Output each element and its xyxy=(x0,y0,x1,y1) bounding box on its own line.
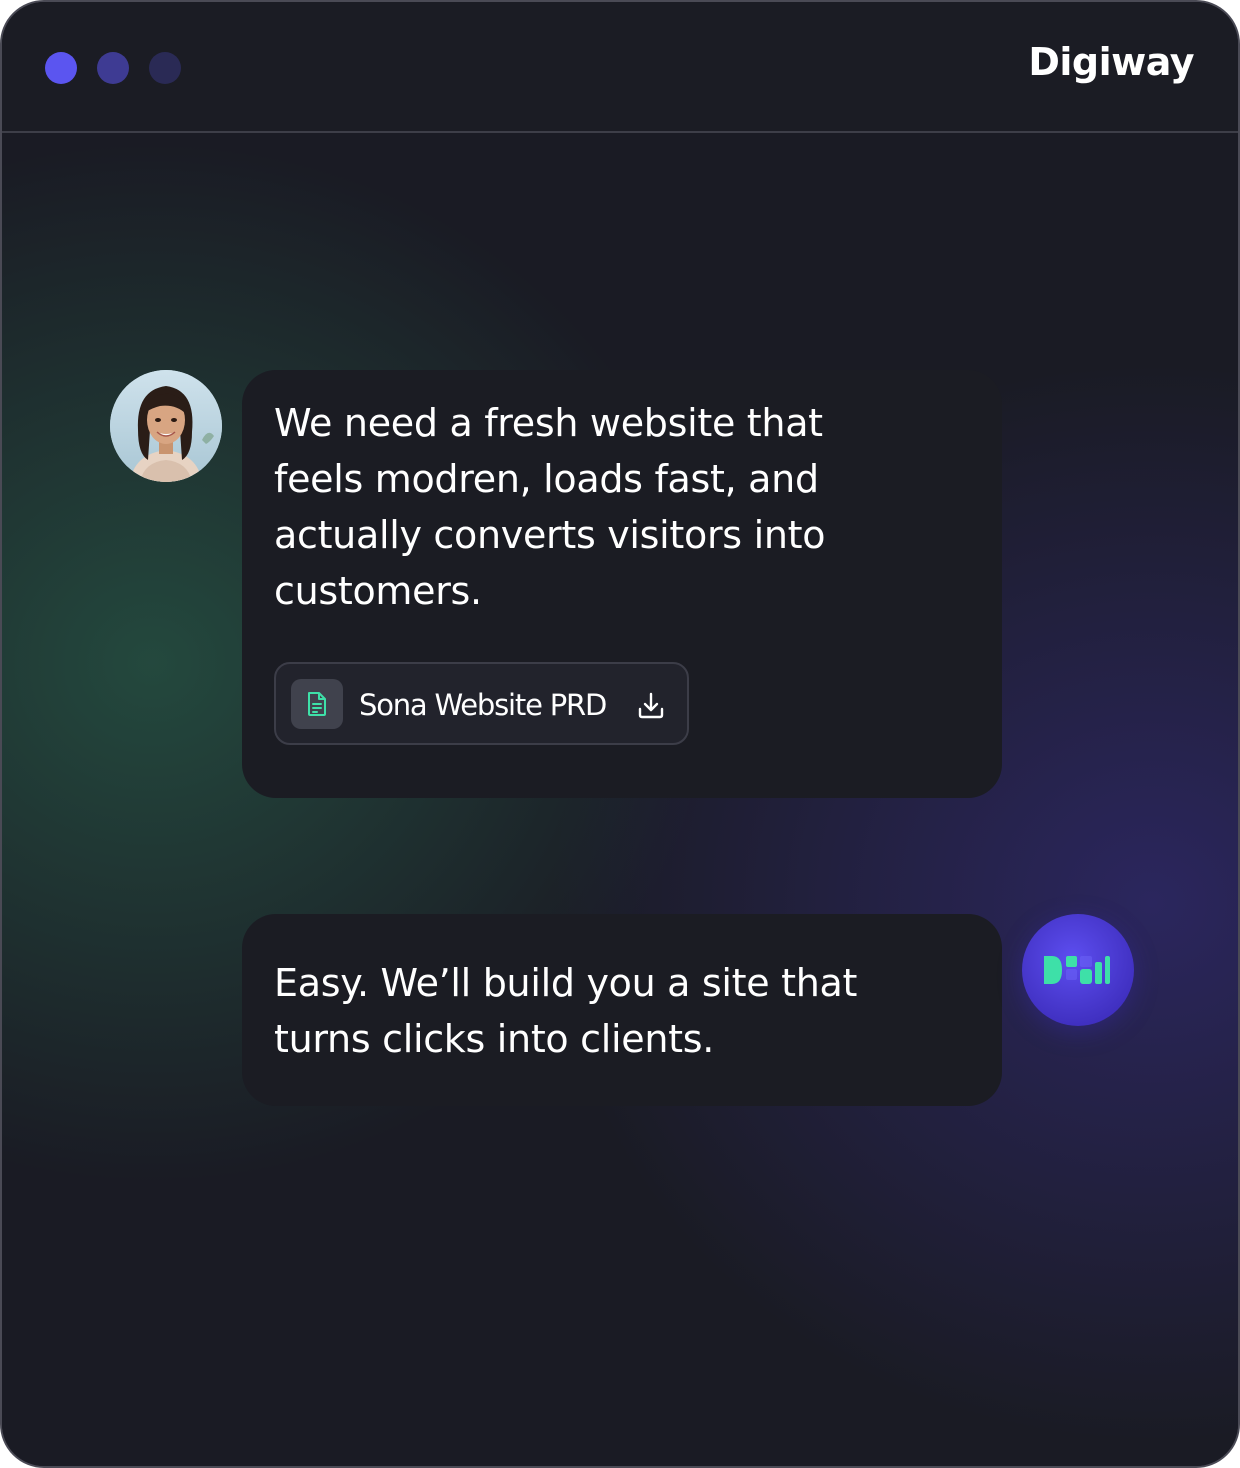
close-window-button[interactable] xyxy=(45,52,77,84)
user-message-bubble: We need a fresh website that feels modre… xyxy=(242,370,1002,798)
chat-area: We need a fresh website that feels modre… xyxy=(2,133,1238,1466)
file-icon-container xyxy=(291,679,343,729)
maximize-window-button[interactable] xyxy=(149,52,181,84)
brand-logo-text: Digiway xyxy=(1028,40,1194,84)
title-bar: Digiway xyxy=(2,2,1238,133)
attachment-name: Sona Website PRD xyxy=(359,688,607,722)
download-icon[interactable] xyxy=(636,691,666,721)
attachment-card[interactable]: Sona Website PRD xyxy=(274,662,689,745)
assistant-message-text: Easy. We’ll build you a site that turns … xyxy=(274,961,858,1061)
document-icon xyxy=(308,692,326,716)
assistant-message-bubble: Easy. We’ll build you a site that turns … xyxy=(242,914,1002,1106)
assistant-avatar xyxy=(1022,914,1134,1026)
user-avatar xyxy=(110,370,222,482)
minimize-window-button[interactable] xyxy=(97,52,129,84)
app-window: Digiway We need a fresh website that fee… xyxy=(0,0,1240,1468)
user-photo-icon xyxy=(110,370,222,482)
digiway-logo-icon xyxy=(1044,956,1110,984)
user-message-text: We need a fresh website that feels modre… xyxy=(274,401,826,613)
